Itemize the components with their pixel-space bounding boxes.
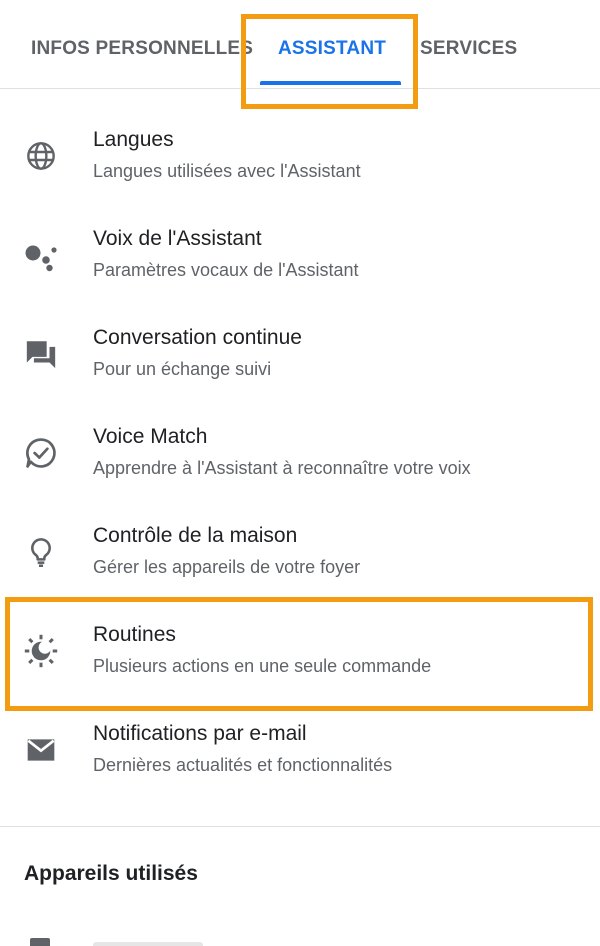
setting-voice-match[interactable]: Voice Match Apprendre à l'Assistant à re… [0, 385, 600, 484]
setting-subtitle: Pour un échange suivi [93, 359, 272, 379]
setting-notifications-email[interactable]: Notifications par e-mail Dernières actua… [0, 682, 600, 781]
chat-bubbles-icon [22, 335, 60, 373]
setting-subtitle: Apprendre à l'Assistant à reconnaître vo… [93, 458, 471, 478]
voice-match-check-icon [22, 434, 60, 472]
setting-subtitle: Gérer les appareils de votre foyer [93, 557, 361, 577]
setting-subtitle: Plusieurs actions en une seule commande [93, 656, 432, 676]
assistant-dots-icon [22, 236, 60, 274]
setting-title: Conversation continue [93, 326, 302, 349]
setting-subtitle: Langues utilisées avec l'Assistant [93, 161, 361, 181]
setting-title: Contrôle de la maison [93, 524, 298, 547]
setting-title: Voice Match [93, 425, 208, 448]
tab-services[interactable]: SERVICES [420, 38, 517, 60]
setting-subtitle: Paramètres vocaux de l'Assistant [93, 260, 359, 280]
setting-title: Routines [93, 623, 176, 646]
tab-assistant[interactable]: ASSISTANT [278, 38, 386, 60]
tab-infos-personnelles[interactable]: INFOS PERSONNELLES [31, 38, 253, 60]
scrolled-header-remnant [88, 0, 188, 2]
routines-sun-moon-icon [22, 632, 60, 670]
lightbulb-icon [22, 533, 60, 571]
setting-langues[interactable]: Langues Langues utilisées avec l'Assista… [0, 88, 600, 187]
setting-controle-maison[interactable]: Contrôle de la maison Gérer les appareil… [0, 484, 600, 583]
email-icon [22, 731, 60, 769]
setting-routines[interactable]: Routines Plusieurs actions en une seule … [0, 583, 600, 682]
devices-section-title: Appareils utilisés [24, 862, 198, 885]
setting-subtitle: Dernières actualités et fonctionnalités [93, 755, 393, 775]
setting-title: Notifications par e-mail [93, 722, 307, 745]
setting-voix-assistant[interactable]: Voix de l'Assistant Paramètres vocaux de… [0, 187, 600, 286]
setting-title: Langues [93, 128, 174, 151]
section-divider [0, 826, 600, 827]
next-row-partial [0, 928, 600, 946]
globe-icon [22, 137, 60, 175]
setting-title: Voix de l'Assistant [93, 227, 262, 250]
active-tab-indicator [260, 81, 401, 85]
setting-conversation-continue[interactable]: Conversation continue Pour un échange su… [0, 286, 600, 385]
tab-bar: INFOS PERSONNELLES ASSISTANT SERVICES [0, 0, 600, 89]
